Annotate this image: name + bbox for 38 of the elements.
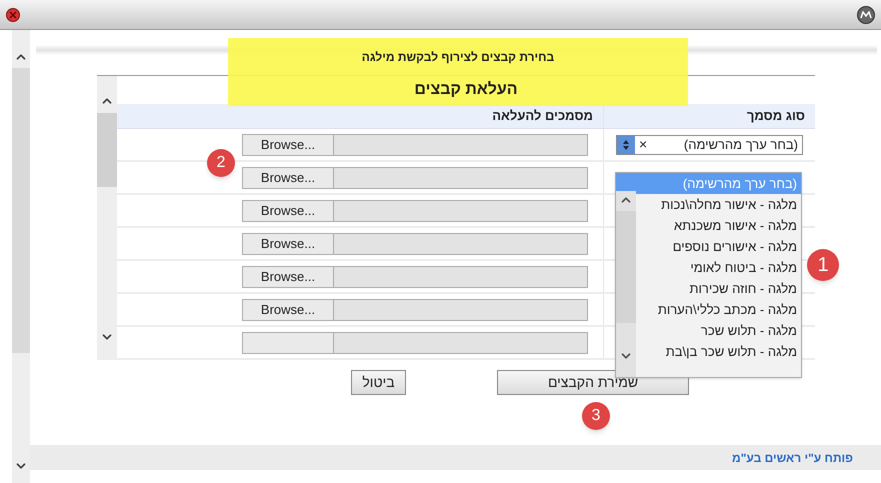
- clear-icon[interactable]: ×: [635, 134, 652, 155]
- logo-icon: [857, 6, 875, 24]
- close-icon[interactable]: [6, 8, 20, 22]
- spinner-icon[interactable]: [617, 136, 635, 154]
- number-badge: 2: [207, 149, 235, 177]
- dropdown-option[interactable]: מלגה - חוזה שכירות: [636, 278, 801, 299]
- dropdown-option[interactable]: מלגה - תלוש שכר בן\בת: [636, 341, 801, 362]
- scrollbar[interactable]: [12, 30, 30, 483]
- file-input[interactable]: Browse...: [242, 298, 588, 320]
- scrollbar[interactable]: [616, 191, 636, 377]
- browse-button[interactable]: Browse...: [243, 168, 334, 188]
- dropdown-option[interactable]: מלגה - תלוש שכר: [636, 320, 801, 341]
- file-input[interactable]: [242, 332, 588, 354]
- dropdown-option[interactable]: מלגה - אישורים נוספים: [636, 236, 801, 257]
- browse-button[interactable]: Browse...: [243, 234, 334, 254]
- file-input[interactable]: Browse...: [242, 266, 588, 288]
- dropdown-option[interactable]: מלגה - אישור משכנתא: [636, 215, 801, 236]
- number-badge: 3: [582, 402, 610, 430]
- browse-button[interactable]: Browse...: [243, 200, 334, 220]
- file-input[interactable]: Browse...: [242, 166, 588, 188]
- file-input[interactable]: Browse...: [242, 232, 588, 254]
- column-header: סוג מסמך: [603, 104, 815, 128]
- dropdown-option[interactable]: מלגה - אישור מחלה\נכות: [636, 194, 801, 215]
- scrollbar[interactable]: [97, 76, 117, 360]
- dropdown-option[interactable]: מלגה - ביטוח לאומי: [636, 257, 801, 278]
- dropdown-option[interactable]: מלגה - מכתב כללי\הערות: [636, 299, 801, 320]
- number-badge: 1: [807, 249, 839, 281]
- browse-button[interactable]: Browse...: [243, 266, 334, 286]
- panel-title: העלאת קבצים: [413, 80, 519, 100]
- file-input[interactable]: Browse...: [242, 134, 588, 156]
- file-input[interactable]: Browse...: [242, 200, 588, 222]
- cancel-button[interactable]: ביטול: [351, 370, 406, 395]
- document-type-select[interactable]: (בחר ערך מהרשימה) ×: [616, 134, 803, 154]
- browse-button[interactable]: Browse...: [243, 134, 334, 154]
- browse-button[interactable]: Browse...: [243, 300, 334, 320]
- page-title: בחירת קבצים לצירוף לבקשת מילגה: [360, 49, 556, 66]
- column-header: מסמכים להעלאה: [491, 107, 594, 126]
- credits-link[interactable]: פותח ע"י ראשים בע"מ: [732, 448, 853, 466]
